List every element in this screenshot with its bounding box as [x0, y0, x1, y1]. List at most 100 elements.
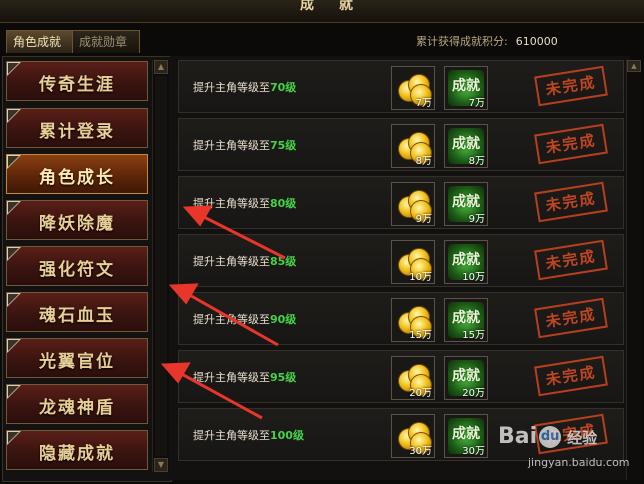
achievement-icon-label: 成就 [452, 310, 480, 326]
achievement-description: 提升主角等级至100级 [193, 427, 304, 443]
gold-reward-slot[interactable]: 10万 [391, 240, 435, 284]
achievement-level: 90级 [270, 313, 297, 326]
achievement-points-amount: 10万 [462, 272, 485, 283]
achievement-points-amount: 20万 [462, 388, 485, 399]
gold-reward-slot[interactable]: 15万 [391, 298, 435, 342]
gold-amount: 10万 [409, 272, 432, 283]
gold-reward-slot[interactable]: 20万 [391, 356, 435, 400]
scroll-track[interactable] [155, 76, 167, 456]
baidu-watermark: Bai du 经验 [498, 424, 597, 449]
achievement-row: 提升主角等级至80级 9万 成就 9万 未完成 [178, 176, 624, 229]
status-stamp: 未完成 [534, 123, 608, 165]
category-item[interactable]: 角色成长 [6, 154, 148, 194]
watermark-url: jingyan.baidu.com [528, 456, 630, 469]
category-label: 角色成长 [39, 168, 115, 188]
achievement-points-slot[interactable]: 成就 8万 [444, 124, 488, 168]
category-item[interactable]: 累计登录 [6, 108, 148, 148]
status-stamp: 未完成 [534, 181, 608, 223]
score-label: 累计获得成就积分: [416, 35, 508, 48]
gold-amount: 15万 [409, 330, 432, 341]
achievement-points-slot[interactable]: 成就 15万 [444, 298, 488, 342]
status-stamp: 未完成 [534, 355, 608, 397]
achievement-text: 提升主角等级至 [193, 81, 270, 94]
category-item[interactable]: 传奇生涯 [6, 61, 148, 101]
achievement-level: 100级 [270, 429, 304, 442]
achievement-text: 提升主角等级至 [193, 371, 270, 384]
achievement-icon-label: 成就 [452, 136, 480, 152]
achievement-points-amount: 7万 [468, 98, 485, 109]
achievement-row: 提升主角等级至95级 20万 成就 20万 未完成 [178, 350, 624, 403]
gold-amount: 20万 [409, 388, 432, 399]
achievement-level: 80级 [270, 197, 297, 210]
achievement-description: 提升主角等级至70级 [193, 79, 296, 95]
achievement-level: 95级 [270, 371, 297, 384]
achievement-points-amount: 30万 [462, 446, 485, 457]
status-stamp: 未完成 [534, 297, 608, 339]
achievement-scrollbar[interactable]: ▲ [626, 60, 641, 480]
category-label: 强化符文 [39, 260, 115, 280]
category-label: 降妖除魔 [39, 214, 115, 234]
achievement-row: 提升主角等级至70级 7万 成就 7万 未完成 [178, 60, 624, 113]
achievement-points-slot[interactable]: 成就 9万 [444, 182, 488, 226]
achievement-points-slot[interactable]: 成就 30万 [444, 414, 488, 458]
achievement-text: 提升主角等级至 [193, 139, 270, 152]
window-title: 成 就 [300, 0, 363, 13]
category-item[interactable]: 降妖除魔 [6, 200, 148, 240]
achievement-text: 提升主角等级至 [193, 313, 270, 326]
tab-role-achievements[interactable]: 角色成就 [6, 30, 74, 53]
category-label: 隐藏成就 [39, 444, 115, 464]
achievement-points-slot[interactable]: 成就 7万 [444, 66, 488, 110]
category-label: 累计登录 [39, 122, 115, 142]
achievement-points-amount: 9万 [468, 214, 485, 225]
achievement-score: 累计获得成就积分: 610000 [416, 33, 558, 49]
achievement-icon-label: 成就 [452, 78, 480, 94]
scroll-up-button[interactable]: ▲ [154, 60, 168, 74]
achievement-points-slot[interactable]: 成就 10万 [444, 240, 488, 284]
achievement-text: 提升主角等级至 [193, 429, 270, 442]
score-value: 610000 [515, 35, 558, 48]
category-label: 龙魂神盾 [39, 398, 115, 418]
scroll-down-button[interactable]: ▼ [154, 458, 168, 472]
category-label: 传奇生涯 [39, 75, 115, 95]
category-item[interactable]: 光翼官位 [6, 338, 148, 378]
gold-amount: 30万 [409, 446, 432, 457]
achievement-description: 提升主角等级至80级 [193, 195, 296, 211]
achievement-level: 85级 [270, 255, 297, 268]
gold-reward-slot[interactable]: 8万 [391, 124, 435, 168]
achievement-level: 70级 [270, 81, 297, 94]
achievement-points-amount: 15万 [462, 330, 485, 341]
achievement-description: 提升主角等级至90级 [193, 311, 296, 327]
category-item[interactable]: 隐藏成就 [6, 430, 148, 470]
achievement-points-amount: 8万 [468, 156, 485, 167]
achievement-icon-label: 成就 [452, 252, 480, 268]
gold-reward-slot[interactable]: 7万 [391, 66, 435, 110]
watermark-brand-right: 经验 [567, 429, 598, 447]
category-label: 光翼官位 [39, 352, 115, 372]
gold-reward-slot[interactable]: 30万 [391, 414, 435, 458]
achievement-icon-label: 成就 [452, 194, 480, 210]
category-item[interactable]: 魂石血玉 [6, 292, 148, 332]
achievement-icon-label: 成就 [452, 426, 480, 442]
paw-icon: du [539, 426, 562, 448]
status-stamp: 未完成 [534, 239, 608, 281]
category-item[interactable]: 龙魂神盾 [6, 384, 148, 424]
gold-amount: 9万 [415, 214, 432, 225]
gold-amount: 7万 [415, 98, 432, 109]
achievement-points-slot[interactable]: 成就 20万 [444, 356, 488, 400]
category-scrollbar[interactable]: ▲ ▼ [152, 60, 169, 472]
achievement-text: 提升主角等级至 [193, 255, 270, 268]
achievement-description: 提升主角等级至75级 [193, 137, 296, 153]
achievement-level: 75级 [270, 139, 297, 152]
achievement-row: 提升主角等级至85级 10万 成就 10万 未完成 [178, 234, 624, 287]
achievement-row: 提升主角等级至90级 15万 成就 15万 未完成 [178, 292, 624, 345]
status-stamp: 未完成 [534, 65, 608, 107]
window-title-bar: 成 就 [0, 0, 644, 23]
tab-achievement-medals[interactable]: 成就勋章 [72, 30, 140, 53]
category-label: 魂石血玉 [39, 306, 115, 326]
gold-amount: 8万 [415, 156, 432, 167]
achievement-scroll-up-button[interactable]: ▲ [627, 60, 641, 72]
achievement-row: 提升主角等级至75级 8万 成就 8万 未完成 [178, 118, 624, 171]
achievement-icon-label: 成就 [452, 368, 480, 384]
gold-reward-slot[interactable]: 9万 [391, 182, 435, 226]
category-item[interactable]: 强化符文 [6, 246, 148, 286]
